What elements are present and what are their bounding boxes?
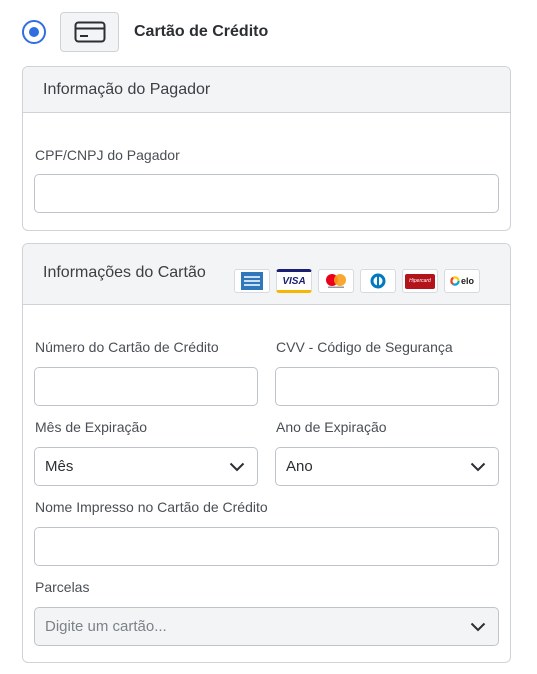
payment-method-radio[interactable]: [22, 20, 46, 44]
card-number-input[interactable]: [34, 367, 258, 406]
cardholder-name-input[interactable]: [34, 527, 499, 566]
card-number-label: Número do Cartão de Crédito: [35, 339, 219, 355]
amex-logo: [234, 269, 270, 293]
exp-month-label: Mês de Expiração: [35, 419, 148, 435]
chevron-down-icon: [470, 462, 486, 471]
exp-year-select[interactable]: Ano: [275, 447, 499, 486]
radio-selected-dot: [29, 27, 39, 37]
card-info-panel: Informações do Cartão VISA Hipercard elo…: [22, 243, 511, 663]
payer-info-header: Informação do Pagador: [23, 67, 510, 113]
cvv-input[interactable]: [275, 367, 499, 406]
card-info-title: Informações do Cartão: [43, 264, 206, 281]
cvv-label: CVV - Código de Segurança: [276, 339, 453, 355]
payer-document-input[interactable]: [34, 174, 499, 213]
card-brands: VISA Hipercard elo: [234, 269, 480, 293]
hipercard-logo: Hipercard: [402, 269, 438, 293]
payment-method-label: Cartão de Crédito: [134, 23, 269, 40]
mastercard-logo: [318, 269, 354, 293]
credit-card-icon: [60, 12, 119, 52]
cardholder-name-label: Nome Impresso no Cartão de Crédito: [35, 499, 268, 515]
elo-logo: elo: [444, 269, 480, 293]
exp-year-value: Ano: [286, 458, 313, 475]
visa-logo: VISA: [276, 269, 312, 293]
exp-month-value: Mês: [45, 458, 74, 475]
payer-info-panel: Informação do Pagador CPF/CNPJ do Pagado…: [22, 66, 511, 231]
installments-value: Digite um cartão...: [45, 618, 167, 635]
chevron-down-icon: [229, 462, 245, 471]
exp-year-label: Ano de Expiração: [276, 419, 387, 435]
installments-select[interactable]: Digite um cartão...: [34, 607, 499, 646]
diners-logo: [360, 269, 396, 293]
chevron-down-icon: [470, 622, 486, 631]
payment-method-option[interactable]: Cartão de Crédito: [22, 12, 268, 52]
payer-document-label: CPF/CNPJ do Pagador: [35, 147, 180, 163]
installments-label: Parcelas: [35, 579, 90, 595]
exp-month-select[interactable]: Mês: [34, 447, 258, 486]
